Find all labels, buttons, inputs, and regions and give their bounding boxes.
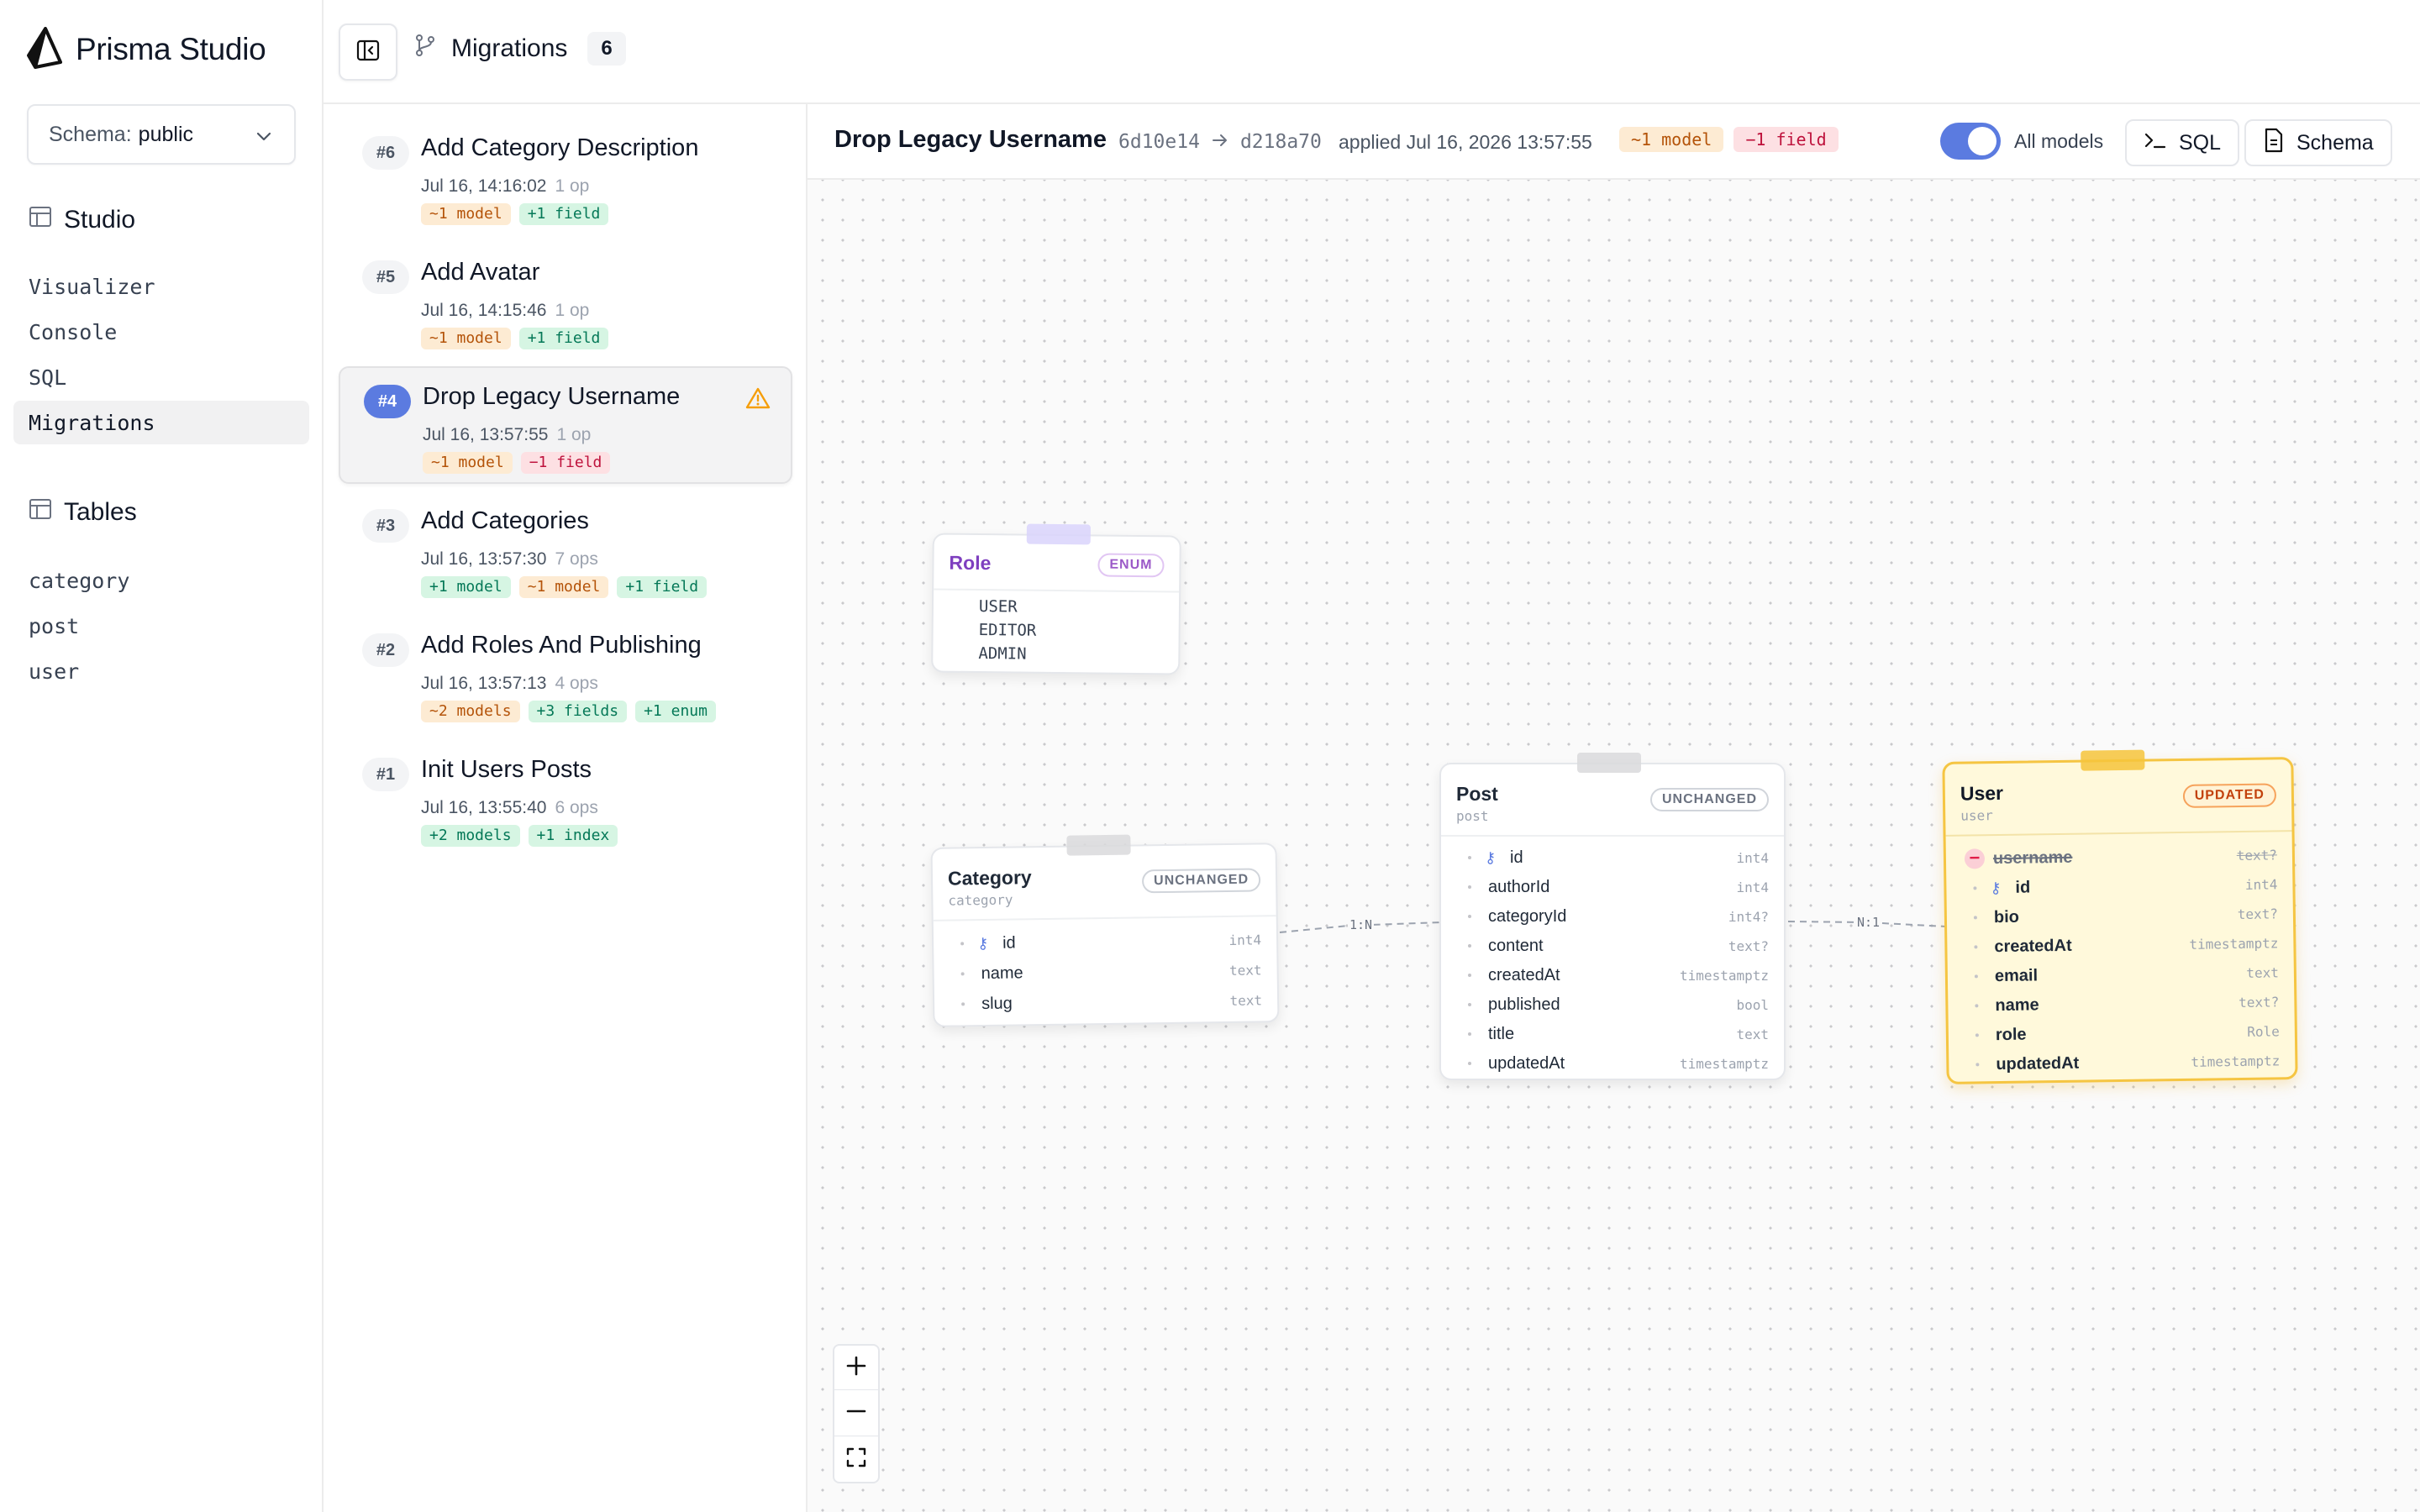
- field-type: text?: [1728, 937, 1769, 954]
- field-type: int4?: [1728, 908, 1769, 925]
- field-type: timestamptz: [2191, 1052, 2281, 1070]
- field-name: authorId: [1488, 877, 1550, 896]
- field-row: slug text: [934, 985, 1277, 1019]
- field-type: timestamptz: [1680, 1055, 1769, 1072]
- field-name: categoryId: [1488, 906, 1567, 926]
- field-row: name text: [934, 955, 1276, 989]
- field-row: email text: [1948, 958, 2294, 991]
- field-type: int4: [1736, 849, 1769, 866]
- status-badge: UNCHANGED: [1141, 868, 1261, 894]
- zoom-out-button[interactable]: [833, 1390, 880, 1437]
- field-name: updatedAt: [1488, 1053, 1565, 1073]
- minus-icon: [845, 1398, 867, 1429]
- field-row: content text?: [1441, 932, 1784, 960]
- card-divider: [933, 915, 1276, 921]
- model-card-user[interactable]: User user UPDATED − username text? ⚷ id int4…: [1942, 749, 2298, 1084]
- card-tape: [2081, 749, 2145, 771]
- model-card-post[interactable]: Post post UNCHANGED ⚷ id int4 authorId int4…: [1439, 753, 1786, 1080]
- relation-label-post-user: N:1: [1855, 915, 1882, 930]
- field-name: bio: [1993, 907, 2020, 927]
- field-row: updatedAt timestamptz: [1441, 1049, 1784, 1078]
- card-divider: [1441, 835, 1784, 837]
- card-divider: [934, 588, 1180, 593]
- field-type: int4: [2244, 875, 2278, 893]
- field-name: createdAt: [1994, 936, 2072, 956]
- key-icon: ⚷: [1485, 848, 1497, 866]
- field-row: title text: [1441, 1020, 1784, 1048]
- field-name: name: [1995, 995, 2039, 1015]
- enum-badge: ENUM: [1097, 553, 1165, 578]
- field-name: content: [1488, 936, 1544, 955]
- field-type: Role: [2247, 1022, 2280, 1040]
- plus-icon: [845, 1352, 867, 1383]
- model-title: User: [1960, 781, 2004, 805]
- field-type: text?: [2238, 993, 2280, 1011]
- field-type: text: [1228, 961, 1262, 979]
- key-icon: ⚷: [1990, 879, 2002, 896]
- field-name: id: [1002, 932, 1016, 953]
- field-type: timestamptz: [1680, 967, 1769, 984]
- field-name: role: [1995, 1025, 2027, 1044]
- field-type: text: [1229, 991, 1263, 1009]
- field-row: ⚷ id int4: [934, 925, 1276, 958]
- model-table-name: user: [1960, 807, 1993, 824]
- field-name: username: [1992, 848, 2073, 868]
- field-name: id: [1510, 848, 1523, 867]
- field-row: bio text?: [1947, 899, 2293, 932]
- enum-value: ADMIN: [978, 644, 1027, 664]
- enum-value: EDITOR: [978, 621, 1037, 640]
- field-row: published bool: [1441, 990, 1784, 1019]
- model-title: Post: [1456, 783, 1498, 805]
- relation-label-category-post: 1:N: [1348, 917, 1375, 932]
- model-title: Role: [949, 551, 992, 575]
- field-row: updatedAt timestamptz: [1949, 1046, 2295, 1079]
- model-table-name: category: [948, 891, 1013, 909]
- field-name: name: [981, 963, 1023, 983]
- field-name: slug: [981, 994, 1013, 1013]
- field-name: published: [1488, 995, 1560, 1014]
- field-name: createdAt: [1488, 965, 1560, 984]
- enum-value: USER: [978, 597, 1018, 617]
- field-type: int4: [1228, 931, 1262, 948]
- field-row: authorId int4: [1441, 873, 1784, 901]
- field-type: text?: [2236, 846, 2278, 864]
- card-divider: [1945, 830, 2292, 837]
- field-type: text?: [2237, 905, 2279, 922]
- card-tape: [1026, 523, 1091, 545]
- status-badge: UPDATED: [2182, 783, 2277, 808]
- field-name: updatedAt: [1996, 1053, 2080, 1074]
- field-type: int4: [1736, 879, 1769, 895]
- field-row: createdAt timestamptz: [1947, 928, 2293, 962]
- field-row: ⚷ id int4: [1946, 869, 2292, 903]
- field-row-removed: − username text?: [1946, 840, 2292, 874]
- field-row: categoryId int4?: [1441, 902, 1784, 931]
- model-table-name: post: [1456, 808, 1489, 824]
- relation-lines: [1279, 921, 1947, 933]
- field-row: ⚷ id int4: [1441, 843, 1784, 872]
- model-title: Category: [947, 866, 1032, 890]
- field-row: role Role: [1949, 1016, 2295, 1050]
- zoom-in-button[interactable]: [833, 1344, 880, 1391]
- card-tape: [1066, 834, 1131, 856]
- field-name: id: [2015, 877, 2031, 897]
- field-type: text: [2246, 963, 2280, 981]
- key-icon: ⚷: [976, 934, 989, 952]
- fullscreen-icon: [845, 1444, 867, 1475]
- field-name: title: [1488, 1024, 1515, 1043]
- fit-view-button[interactable]: [833, 1436, 880, 1483]
- minus-icon: −: [1964, 847, 1986, 869]
- card-tape: [1577, 753, 1641, 773]
- field-name: email: [1994, 965, 2039, 985]
- field-type: bool: [1736, 996, 1769, 1013]
- field-type: text: [1736, 1026, 1769, 1042]
- model-card-role[interactable]: Role ENUM USER EDITOR ADMIN: [931, 523, 1181, 675]
- model-card-category[interactable]: Category category UNCHANGED ⚷ id int4 name…: [930, 834, 1280, 1027]
- field-type: timestamptz: [2189, 934, 2279, 953]
- field-row: name text?: [1948, 987, 2294, 1021]
- status-badge: UNCHANGED: [1650, 788, 1769, 811]
- field-row: createdAt timestamptz: [1441, 961, 1784, 990]
